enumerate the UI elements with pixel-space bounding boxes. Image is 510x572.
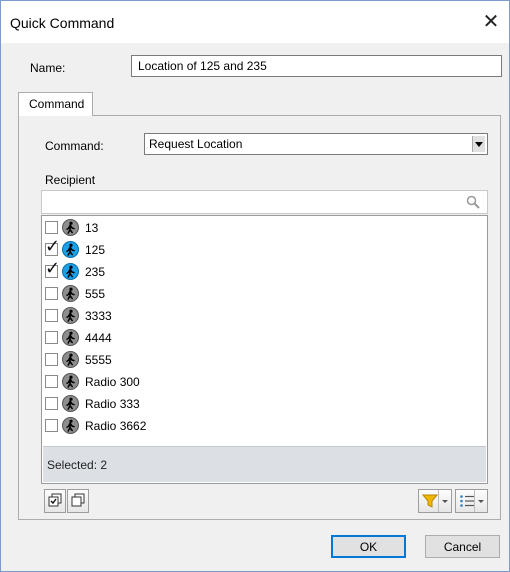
- recipient-checkbox[interactable]: [45, 397, 58, 410]
- recipient-label-text: Radio 333: [85, 397, 140, 411]
- walking-person-icon: [62, 417, 79, 434]
- list-item[interactable]: 5555: [45, 349, 485, 371]
- search-icon: [466, 195, 480, 209]
- quick-command-dialog: Quick Command ✕ Name: Location of 125 an…: [0, 0, 510, 572]
- list-item[interactable]: ✓ 125: [45, 237, 485, 261]
- name-input[interactable]: Location of 125 and 235: [131, 55, 502, 77]
- walking-person-icon: [62, 219, 79, 236]
- cancel-button[interactable]: Cancel: [425, 535, 500, 558]
- walking-person-icon: [62, 351, 79, 368]
- list-item[interactable]: 4444: [45, 327, 485, 349]
- list-item[interactable]: Radio 300: [45, 371, 485, 393]
- list-view-button[interactable]: [455, 489, 488, 513]
- walking-person-icon: [62, 373, 79, 390]
- recipient-checkbox[interactable]: [45, 331, 58, 344]
- list-item[interactable]: ✓ 235: [45, 259, 485, 283]
- recipient-label-text: 5555: [85, 353, 112, 367]
- list-item[interactable]: Radio 333: [45, 393, 485, 415]
- recipient-checkbox[interactable]: [45, 419, 58, 432]
- recipient-label-text: 4444: [85, 331, 112, 345]
- checkmark-icon: ✓: [45, 258, 61, 278]
- recipient-label-text: Radio 300: [85, 375, 140, 389]
- checkmark-icon: ✓: [45, 236, 61, 256]
- list-view-icon: [460, 495, 474, 507]
- recipient-checkbox[interactable]: [45, 309, 58, 322]
- recipient-checkbox[interactable]: [45, 221, 58, 234]
- walking-person-icon: [62, 329, 79, 346]
- list-view-dropdown-arrow[interactable]: [474, 490, 487, 512]
- recipient-label-text: Radio 3662: [85, 419, 147, 433]
- tab-command[interactable]: Command: [18, 92, 93, 116]
- select-all-button[interactable]: [44, 489, 66, 513]
- list-item[interactable]: 3333: [45, 305, 485, 327]
- walking-person-icon: [62, 285, 79, 302]
- walking-person-icon: [62, 263, 79, 280]
- title-bar: Quick Command ✕: [1, 1, 509, 43]
- name-label: Name:: [30, 61, 66, 75]
- command-select[interactable]: Request Location: [144, 133, 488, 155]
- selected-count: Selected: 2: [47, 458, 108, 472]
- list-item[interactable]: 13: [45, 217, 485, 239]
- close-button[interactable]: ✕: [477, 9, 505, 37]
- recipient-list[interactable]: 13 ✓ 125 ✓ 235 555 3333 4444 5555 Radio 300 Radio …: [41, 215, 488, 484]
- chevron-down-icon[interactable]: [472, 136, 485, 152]
- list-item[interactable]: 555: [45, 283, 485, 305]
- recipient-label-text: 3333: [85, 309, 112, 323]
- list-item[interactable]: Radio 3662: [45, 415, 485, 437]
- recipient-checkbox[interactable]: ✓: [45, 237, 60, 256]
- window-title: Quick Command: [10, 15, 115, 31]
- command-select-value: Request Location: [149, 137, 243, 151]
- deselect-all-icon: [71, 493, 85, 507]
- recipient-checkbox[interactable]: [45, 287, 58, 300]
- filter-dropdown-arrow[interactable]: [438, 490, 451, 512]
- command-label: Command:: [45, 139, 104, 153]
- deselect-all-button[interactable]: [67, 489, 89, 513]
- recipient-checkbox[interactable]: [45, 353, 58, 366]
- list-footer: Selected: 2: [43, 446, 486, 482]
- recipient-label-text: 235: [85, 265, 106, 279]
- recipient-search-input[interactable]: [41, 190, 488, 214]
- ok-button[interactable]: OK: [331, 535, 406, 558]
- recipient-label-text: 125: [85, 243, 106, 257]
- recipient-checkbox[interactable]: [45, 375, 58, 388]
- recipient-label-text: 555: [85, 287, 106, 301]
- select-all-icon: [48, 493, 62, 507]
- walking-person-icon: [62, 307, 79, 324]
- walking-person-icon: [62, 241, 79, 258]
- recipient-checkbox[interactable]: ✓: [45, 259, 60, 278]
- filter-icon: [422, 494, 438, 508]
- recipient-label: Recipient: [45, 173, 96, 187]
- recipient-label-text: 13: [85, 221, 99, 235]
- filter-button[interactable]: [418, 489, 452, 513]
- walking-person-icon: [62, 395, 79, 412]
